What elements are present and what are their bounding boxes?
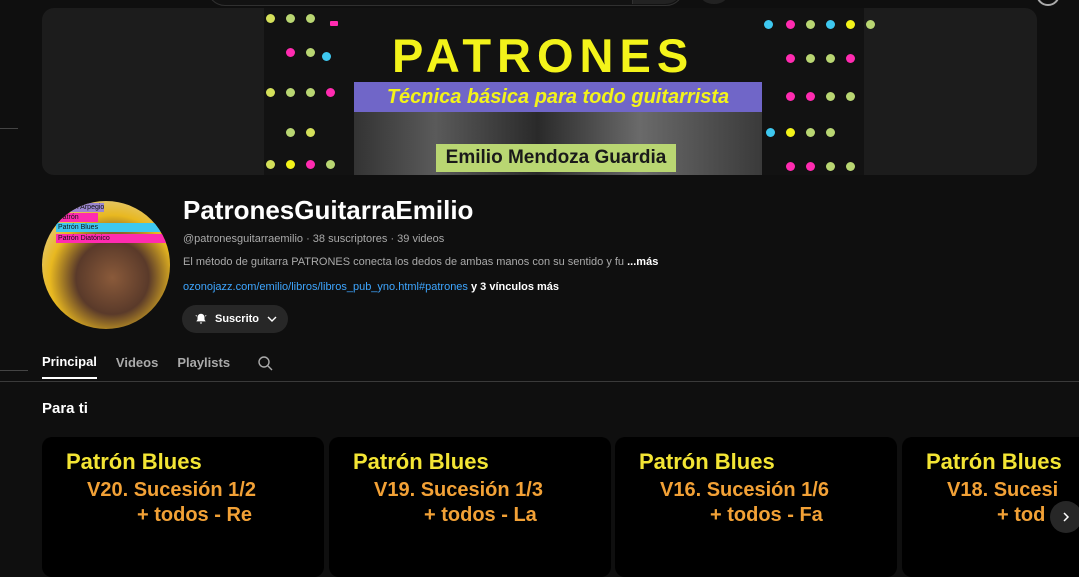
section-title: Para ti: [42, 400, 88, 417]
avatar-strip: Patrón Diatónico: [56, 234, 168, 243]
carousel-next-button[interactable]: [1050, 501, 1079, 533]
video-title-line1: Patrón Blues: [926, 449, 1062, 474]
decor-dot: [266, 88, 275, 97]
decor-dot: [806, 128, 815, 137]
banner-author: Emilio Mendoza Guardia: [436, 144, 676, 172]
video-card[interactable]: Patrón Blues V19. Sucesión 1/3 + todos -…: [329, 437, 611, 577]
decor-dot: [266, 160, 275, 169]
tab-playlists[interactable]: Playlists: [177, 355, 230, 378]
decor-dot: [286, 48, 295, 57]
decor-dot: [306, 128, 315, 137]
decor-dot: [806, 54, 815, 63]
subscribed-label: Suscrito: [215, 313, 260, 325]
decor-dot: [846, 20, 855, 29]
decor-dot: [826, 92, 835, 101]
channel-handle: @patronesguitarraemilio: [183, 233, 304, 245]
decor-dot: [326, 160, 335, 169]
account-avatar[interactable]: [1036, 0, 1060, 6]
decor-dot: [766, 128, 775, 137]
channel-description[interactable]: El método de guitarra PATRONES conecta l…: [183, 256, 658, 268]
decor-dot: [330, 21, 338, 26]
decor-dot: [322, 52, 331, 61]
video-title-line3: + tod: [997, 504, 1046, 526]
search-icon[interactable]: [257, 355, 273, 371]
decor-dot: [846, 54, 855, 63]
video-title-line2: V18. Sucesi: [947, 479, 1059, 501]
channel-links: ozonojazz.com/emilio/libros/libros_pub_y…: [183, 281, 559, 293]
decor-dot: [806, 92, 815, 101]
channel-name: PatronesGuitarraEmilio: [183, 195, 474, 225]
tab-videos[interactable]: Videos: [116, 355, 158, 378]
decor-dot: [786, 92, 795, 101]
avatar-strip: Patrón: [56, 213, 98, 222]
video-card[interactable]: Patrón Blues V20. Sucesión 1/2 + todos -…: [42, 437, 324, 577]
video-title-line2: V20. Sucesión 1/2: [87, 479, 256, 501]
search-bar[interactable]: [207, 0, 684, 6]
video-title-line3: + todos - La: [424, 504, 537, 526]
channel-banner: PATRONES Técnica básica para todo guitar…: [42, 8, 1037, 175]
meta-separator: ·: [303, 233, 313, 245]
decor-dot: [306, 14, 315, 23]
mic-icon[interactable]: [700, 0, 728, 4]
decor-dot: [786, 128, 795, 137]
avatar-strip: Patrón Arpegio: [56, 203, 105, 212]
video-title-line1: Patrón Blues: [66, 449, 202, 474]
video-title-line3: + todos - Fa: [710, 504, 823, 526]
video-title-line3: + todos - Re: [137, 504, 253, 526]
video-title-line1: Patrón Blues: [353, 449, 489, 474]
decor-dot: [786, 54, 795, 63]
meta-separator: ·: [387, 233, 398, 245]
banner-title: PATRONES: [392, 29, 695, 82]
subscribed-button[interactable]: Suscrito: [182, 305, 288, 333]
decor-dot: [286, 160, 295, 169]
channel-link[interactable]: ozonojazz.com/emilio/libros/libros_pub_y…: [183, 281, 468, 293]
bell-icon: [195, 313, 207, 324]
decor-dot: [826, 54, 835, 63]
decor-dot: [266, 14, 275, 23]
video-title-line2: V19. Sucesión 1/3: [374, 479, 543, 501]
decor-dot: [286, 14, 295, 23]
decor-dot: [826, 128, 835, 137]
avatar-strip: Patrón Blues: [56, 223, 168, 232]
channel-tabs: Principal Videos Playlists: [42, 354, 273, 379]
more-link[interactable]: ...más: [627, 256, 658, 268]
decor-dot: [326, 88, 335, 97]
tab-principal[interactable]: Principal: [42, 354, 97, 379]
video-title-line2: V16. Sucesión 1/6: [660, 479, 829, 501]
decor-dot: [306, 48, 315, 57]
divider: [0, 370, 28, 371]
tabs-divider: [0, 381, 1079, 382]
decor-dot: [806, 162, 815, 171]
chevron-right-icon: [1063, 512, 1070, 522]
video-title-line1: Patrón Blues: [639, 449, 775, 474]
decor-dot: [826, 162, 835, 171]
decor-dot: [866, 20, 875, 29]
subscriber-count: 38 suscriptores: [312, 233, 388, 245]
decor-dot: [764, 20, 773, 29]
decor-dot: [306, 88, 315, 97]
decor-dot: [806, 20, 815, 29]
video-count: 39 videos: [397, 233, 445, 245]
chevron-down-icon: [267, 316, 277, 322]
decor-dot: [286, 128, 295, 137]
decor-dot: [286, 88, 295, 97]
decor-dot: [306, 160, 315, 169]
decor-dot: [786, 162, 795, 171]
more-links[interactable]: y 3 vínculos más: [468, 281, 559, 293]
decor-dot: [846, 92, 855, 101]
decor-dot: [846, 162, 855, 171]
video-card[interactable]: Patrón Blues V16. Sucesión 1/6 + todos -…: [615, 437, 897, 577]
channel-avatar[interactable]: Patrón Arpegio Patrón Patrón Blues Patró…: [42, 201, 170, 329]
banner-subtitle: Técnica básica para todo guitarrista: [354, 82, 762, 112]
description-text: El método de guitarra PATRONES conecta l…: [183, 256, 625, 268]
decor-dot: [786, 20, 795, 29]
channel-meta: @patronesguitarraemilio · 38 suscriptore…: [183, 233, 444, 245]
decor-dot: [826, 20, 835, 29]
divider: [0, 128, 18, 129]
